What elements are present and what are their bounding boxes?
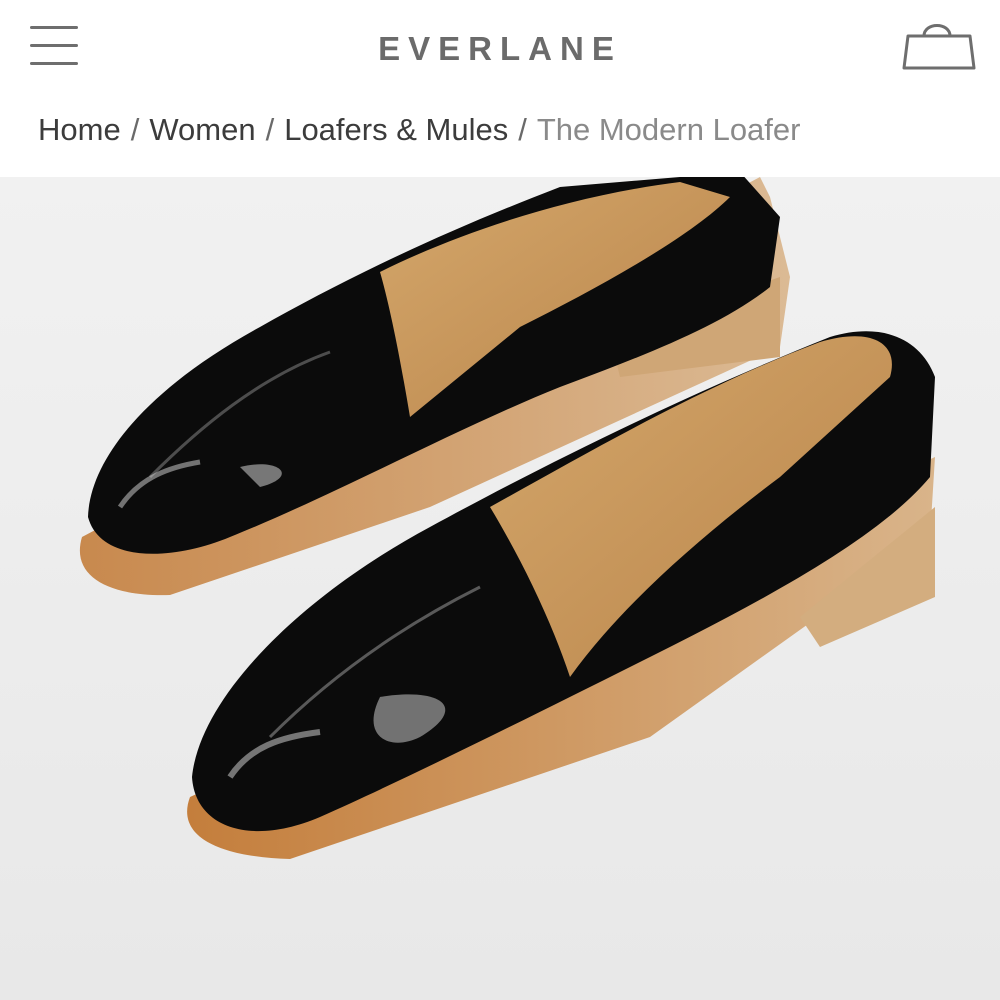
breadcrumb-separator: /: [265, 112, 275, 147]
product-image[interactable]: [0, 177, 1000, 1000]
breadcrumb-home[interactable]: Home: [38, 112, 121, 147]
breadcrumb-loafers-mules[interactable]: Loafers & Mules: [284, 112, 508, 147]
site-header: EVERLANE: [0, 0, 1000, 100]
breadcrumb-current-page: The Modern Loafer: [536, 112, 801, 147]
shopping-bag-icon[interactable]: [898, 14, 980, 76]
breadcrumb-separator: /: [130, 112, 140, 147]
brand-logo[interactable]: EVERLANE: [0, 30, 1000, 68]
breadcrumb: Home / Women / Loafers & Mules / The Modern Lo…: [38, 112, 800, 162]
breadcrumb-women[interactable]: Women: [149, 112, 255, 147]
breadcrumb-separator: /: [518, 112, 527, 147]
menu-bar: [30, 26, 78, 29]
